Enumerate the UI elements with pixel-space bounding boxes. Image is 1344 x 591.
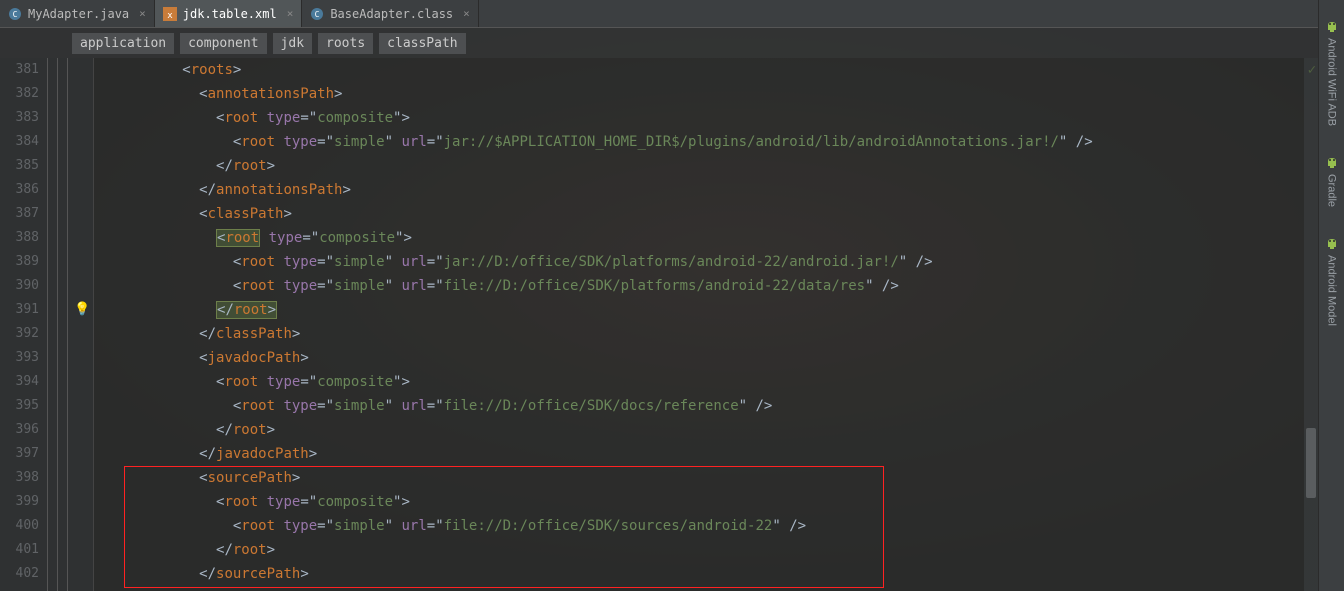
tool-window-android-wifi-adb[interactable]: Android WiFi ADB [1325, 20, 1339, 126]
tab-label: MyAdapter.java [28, 7, 129, 21]
tool-window-gradle[interactable]: Gradle [1325, 156, 1339, 207]
code-editor[interactable]: <roots> <annotationsPath> <root type="co… [94, 58, 1344, 591]
fold-gutter[interactable] [48, 58, 68, 591]
intention-bulb-icon[interactable]: 💡 [74, 302, 88, 316]
close-icon[interactable]: × [287, 7, 294, 20]
breadcrumb-roots[interactable]: roots [318, 33, 373, 54]
code-line[interactable]: <root type="simple" url="file://D:/offic… [98, 514, 1344, 538]
code-line[interactable]: <sourcePath> [98, 466, 1344, 490]
code-line[interactable]: <javadocPath> [98, 346, 1344, 370]
close-icon[interactable]: × [139, 7, 146, 20]
line-number: 397 [0, 442, 39, 466]
tab-BaseAdapter-class[interactable]: C BaseAdapter.class × [302, 0, 478, 27]
code-line[interactable]: </classPath> [98, 322, 1344, 346]
code-line[interactable]: <root type="composite"> [98, 370, 1344, 394]
code-line[interactable]: <root type="simple" url="file://D:/offic… [98, 394, 1344, 418]
scrollbar-vertical[interactable] [1304, 58, 1318, 591]
code-line[interactable]: <root type="composite"> [98, 106, 1344, 130]
tab-MyAdapter-java[interactable]: C MyAdapter.java × [0, 0, 155, 27]
code-line[interactable]: </root> [98, 418, 1344, 442]
code-line[interactable]: <roots> [98, 58, 1344, 82]
code-line[interactable]: </javadocPath> [98, 442, 1344, 466]
tabs-bar: C MyAdapter.java × x jdk.table.xml × C BaseAdap… [0, 0, 1344, 28]
line-number: 392 [0, 322, 39, 346]
svg-text:C: C [13, 10, 18, 19]
breadcrumb-component[interactable]: component [180, 33, 266, 54]
line-number: 401 [0, 538, 39, 562]
annotation-gutter: 💡 [68, 58, 94, 591]
code-line[interactable]: <annotationsPath> [98, 82, 1344, 106]
scrollbar-thumb[interactable] [1306, 428, 1316, 498]
code-line[interactable]: <root type="simple" url="jar://D:/office… [98, 250, 1344, 274]
line-number: 402 [0, 562, 39, 586]
svg-text:x: x [167, 11, 173, 21]
gradle-icon [1325, 156, 1339, 170]
code-line[interactable]: <root type="simple" url="file://D:/offic… [98, 274, 1344, 298]
tool-window-label: Android Model [1326, 255, 1338, 326]
line-number: 381 [0, 58, 39, 82]
code-line[interactable]: </root> [98, 298, 1344, 322]
breadcrumb-application[interactable]: application [72, 33, 174, 54]
line-number: 394 [0, 370, 39, 394]
line-number: 400 [0, 514, 39, 538]
tool-window-label: Gradle [1326, 174, 1338, 207]
line-number: 389 [0, 250, 39, 274]
breadcrumb-bar: application component jdk roots classPath [0, 28, 1344, 58]
android-icon [1325, 237, 1339, 251]
svg-text:C: C [315, 10, 320, 19]
tab-label: BaseAdapter.class [330, 7, 453, 21]
line-number: 393 [0, 346, 39, 370]
line-number: 387 [0, 202, 39, 226]
code-line[interactable]: <root type="composite"> [98, 226, 1344, 250]
line-number: 385 [0, 154, 39, 178]
line-number: 383 [0, 106, 39, 130]
xml-icon: x [163, 7, 177, 21]
code-line[interactable]: <classPath> [98, 202, 1344, 226]
tool-window-label: Android WiFi ADB [1326, 38, 1338, 126]
class-icon: C [8, 7, 22, 21]
line-number: 386 [0, 178, 39, 202]
line-number: 398 [0, 466, 39, 490]
close-icon[interactable]: × [463, 7, 470, 20]
tab-jdk-table-xml[interactable]: x jdk.table.xml × [155, 0, 303, 27]
breadcrumb-classPath[interactable]: classPath [379, 33, 465, 54]
line-number: 396 [0, 418, 39, 442]
tool-window-android-model[interactable]: Android Model [1325, 237, 1339, 326]
code-line[interactable]: <root type="simple" url="jar://$APPLICAT… [98, 130, 1344, 154]
right-tool-rail: Android WiFi ADB Gradle Android Model [1318, 0, 1344, 591]
android-icon [1325, 20, 1339, 34]
code-line[interactable]: <root type="composite"> [98, 490, 1344, 514]
code-line[interactable]: </root> [98, 154, 1344, 178]
code-line[interactable]: </root> [98, 538, 1344, 562]
tab-label: jdk.table.xml [183, 7, 277, 21]
line-number: 388 [0, 226, 39, 250]
line-number: 395 [0, 394, 39, 418]
line-number-gutter: 3813823833843853863873883893903913923933… [0, 58, 48, 591]
breadcrumb-jdk[interactable]: jdk [273, 33, 312, 54]
class-file-icon: C [310, 7, 324, 21]
line-number: 391 [0, 298, 39, 322]
line-number: 390 [0, 274, 39, 298]
code-line[interactable]: </annotationsPath> [98, 178, 1344, 202]
code-line[interactable]: </sourcePath> [98, 562, 1344, 586]
line-number: 382 [0, 82, 39, 106]
line-number: 384 [0, 130, 39, 154]
line-number: 399 [0, 490, 39, 514]
